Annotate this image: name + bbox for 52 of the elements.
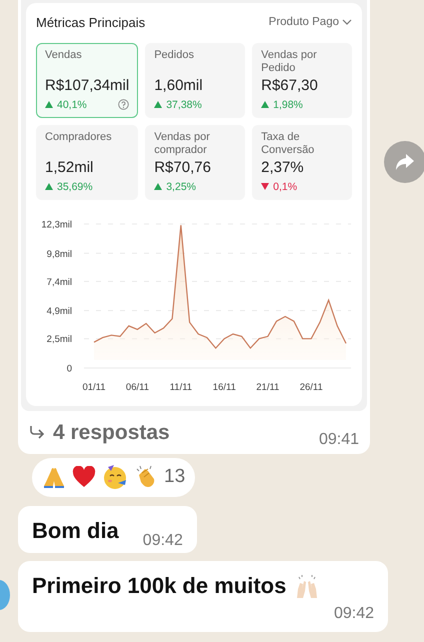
metric-value: R$67,30 bbox=[261, 76, 319, 94]
x-axis-label: 01/11 bbox=[82, 382, 106, 392]
x-axis-label: 21/11 bbox=[256, 382, 280, 392]
filter-dropdown[interactable]: Produto Pago bbox=[268, 14, 352, 32]
y-axis-label: 12,3mil bbox=[41, 219, 72, 230]
metric-change: 35,69% bbox=[57, 180, 93, 194]
metric-label: Vendas por Pedido bbox=[261, 48, 318, 74]
metric-value: 1,60mil bbox=[154, 76, 204, 94]
reactions-bar[interactable]: 13 bbox=[32, 458, 196, 496]
metric-card[interactable]: Vendas por comprador R$70,76 3,25% bbox=[145, 124, 246, 200]
x-axis-label: 26/11 bbox=[300, 382, 323, 392]
metric-change: 37,38% bbox=[166, 98, 202, 112]
metric-card[interactable]: Vendas R$107,34mil 40,1% bbox=[36, 42, 138, 118]
metric-card[interactable]: Pedidos 1,60mil 37,38% bbox=[145, 42, 246, 118]
metric-change: 1,98% bbox=[273, 98, 303, 112]
metric-card[interactable]: Vendas por Pedido R$67,30 1,98% bbox=[252, 42, 352, 118]
metric-change: 40,1% bbox=[57, 98, 87, 112]
message-time: 09:42 bbox=[142, 531, 183, 552]
x-axis-label: 06/11 bbox=[126, 382, 149, 392]
party-face-icon bbox=[102, 464, 128, 490]
forward-button[interactable] bbox=[384, 141, 424, 183]
metric-card[interactable]: Taxa de Conversão 2,37% 0,1% bbox=[252, 124, 352, 200]
y-axis-label: 2,5mil bbox=[46, 334, 72, 345]
message-text: Primeiro 100k de muitos bbox=[32, 572, 286, 600]
metric-value: R$70,76 bbox=[154, 158, 212, 176]
forward-arrow-icon bbox=[395, 153, 415, 171]
metric-value: 2,37% bbox=[261, 158, 305, 176]
x-axis-label: 16/11 bbox=[212, 382, 236, 392]
metric-change: 0,1% bbox=[273, 180, 298, 194]
metric-label: Compradores bbox=[45, 130, 113, 144]
chevron-down-icon bbox=[342, 19, 352, 26]
metric-label: Taxa de Conversão bbox=[261, 130, 316, 156]
metric-label: Pedidos bbox=[154, 48, 195, 62]
metric-value: R$107,34mil bbox=[45, 76, 130, 94]
dashboard-title: Métricas Principais bbox=[36, 14, 146, 32]
reaction-count: 13 bbox=[164, 465, 186, 489]
y-axis-label: 0 bbox=[66, 363, 72, 374]
x-axis-label: 11/11 bbox=[170, 382, 192, 392]
message-text: Bom dia bbox=[32, 517, 119, 546]
metric-value: 1,52mil bbox=[45, 158, 94, 176]
metric-label: Vendas por comprador bbox=[154, 130, 211, 156]
y-axis-label: 9,8mil bbox=[46, 248, 72, 260]
message-time: 09:41 bbox=[318, 430, 359, 450]
y-axis-label: 4,9mil bbox=[46, 306, 72, 317]
message-time: 09:42 bbox=[332, 604, 374, 624]
metric-label: Vendas bbox=[45, 48, 83, 62]
metric-change: 3,25% bbox=[166, 180, 196, 194]
y-axis-label: 7,4mil bbox=[46, 276, 72, 288]
reply-arrow-icon bbox=[29, 425, 45, 440]
metric-card[interactable]: Compradores 1,52mil 35,69% bbox=[36, 124, 138, 200]
replies-link[interactable]: 4 respostas bbox=[29, 416, 170, 448]
heart-icon bbox=[72, 466, 96, 488]
